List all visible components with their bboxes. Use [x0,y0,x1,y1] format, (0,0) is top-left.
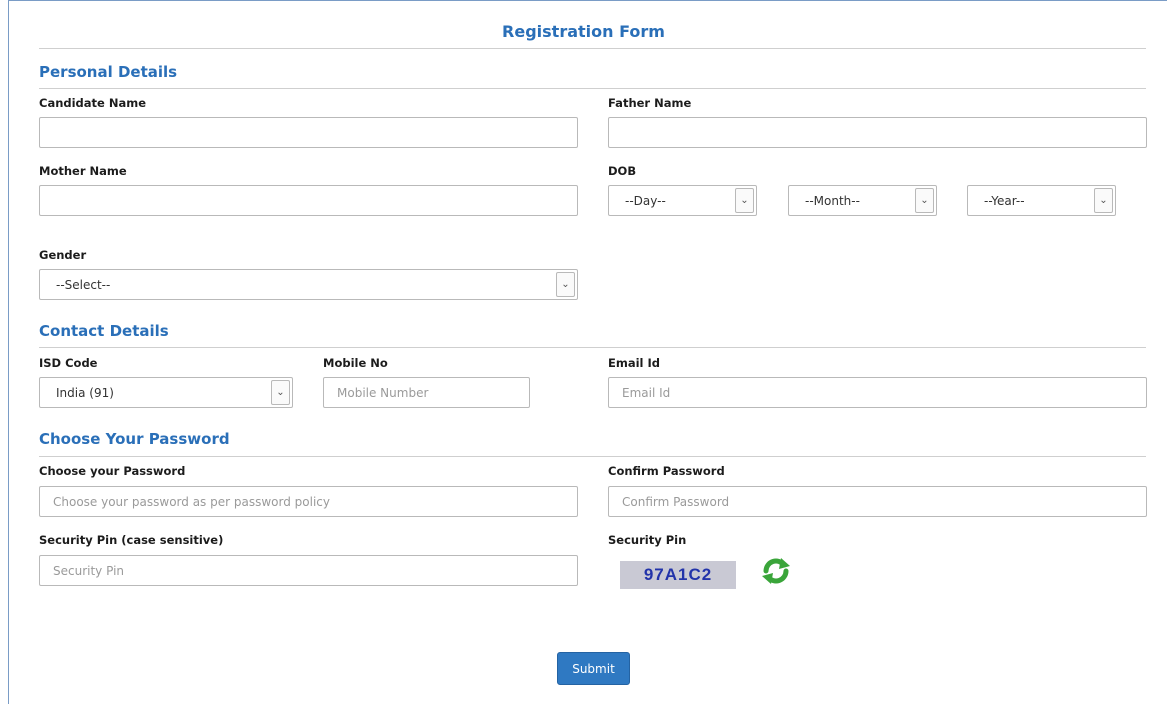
isd-code-value: India (91) [56,385,114,400]
form-frame [8,0,1167,704]
mother-name-label: Mother Name [39,164,127,178]
chevron-down-icon: ⌄ [556,272,575,297]
candidate-name-label: Candidate Name [39,96,147,110]
dob-month-select[interactable]: --Month-- ⌄ [788,185,937,216]
gender-select[interactable]: --Select-- ⌄ [39,269,578,300]
gender-value: --Select-- [56,277,111,292]
dob-year-select[interactable]: --Year-- ⌄ [967,185,1116,216]
dob-month-value: --Month-- [805,193,860,208]
chevron-down-icon: ⌄ [1094,188,1113,213]
contact-divider [39,347,1146,348]
father-name-input[interactable] [608,117,1147,148]
chevron-down-icon: ⌄ [271,380,290,405]
confirm-password-input[interactable] [608,486,1147,517]
chevron-down-icon: ⌄ [735,188,754,213]
dob-label: DOB [608,164,637,178]
gender-label: Gender [39,248,87,262]
submit-button[interactable]: Submit [557,652,630,685]
personal-details-heading: Personal Details [39,63,178,81]
dob-year-value: --Year-- [984,193,1025,208]
email-id-label: Email Id [608,356,660,370]
title-divider [39,48,1146,49]
password-divider [39,456,1146,457]
email-input[interactable] [608,377,1147,408]
form-title: Registration Form [502,22,665,41]
mother-name-input[interactable] [39,185,578,216]
choose-password-input[interactable] [39,486,578,517]
captcha-label: Security Pin [608,533,687,547]
mobile-no-label: Mobile No [323,356,388,370]
dob-day-value: --Day-- [625,193,666,208]
security-pin-input[interactable] [39,555,578,586]
father-name-label: Father Name [608,96,692,110]
choose-password-label: Choose your Password [39,464,186,478]
personal-divider [39,88,1146,89]
dob-day-select[interactable]: --Day-- ⌄ [608,185,757,216]
confirm-password-label: Confirm Password [608,464,725,478]
captcha-image: 97A1C2 [620,561,736,589]
password-heading: Choose Your Password [39,430,230,448]
candidate-name-input[interactable] [39,117,578,148]
refresh-icon[interactable] [759,556,793,586]
chevron-down-icon: ⌄ [915,188,934,213]
mobile-number-input[interactable] [323,377,530,408]
security-pin-label: Security Pin (case sensitive) [39,533,224,547]
isd-code-label: ISD Code [39,356,98,370]
isd-code-select[interactable]: India (91) ⌄ [39,377,293,408]
contact-details-heading: Contact Details [39,322,169,340]
captcha-text: 97A1C2 [643,565,713,584]
